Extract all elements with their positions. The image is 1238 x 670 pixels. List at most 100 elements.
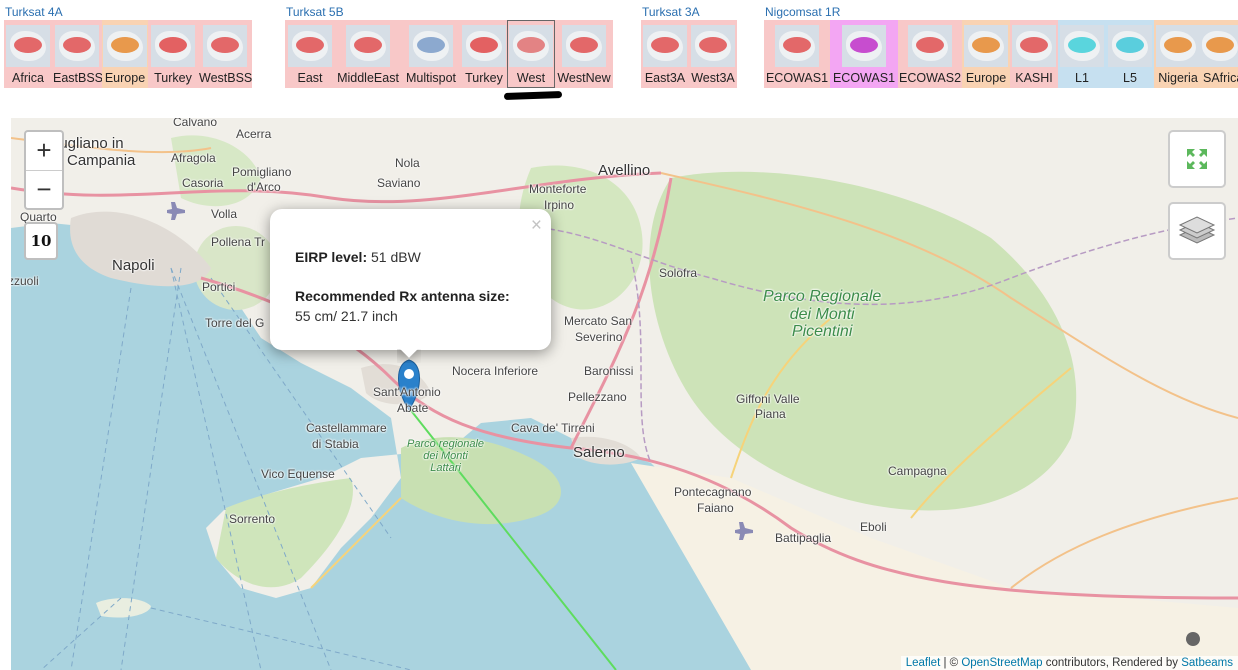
beam-thumbnail	[691, 25, 735, 67]
eirp-label: EIRP level:	[295, 249, 368, 265]
beam-label: WestBSS	[199, 71, 252, 85]
beam-thumbnail	[842, 25, 886, 67]
leaflet-link[interactable]: Leaflet	[906, 657, 941, 669]
beam-option[interactable]: West3A	[689, 20, 737, 88]
antenna-size-label: Recommended Rx antenna size:	[295, 288, 510, 304]
beam-thumbnail	[55, 25, 99, 67]
beam-option[interactable]: Africa	[4, 20, 52, 88]
beam-option[interactable]: SAfrica	[1198, 20, 1238, 88]
beam-label: ECOWAS1	[765, 71, 829, 85]
beam-option[interactable]: West	[507, 20, 555, 88]
park-label: Parco Regionale dei Monti Picentini	[763, 288, 881, 341]
beam-label: SAfrica	[1203, 71, 1238, 85]
beam-list: East3A West3A	[641, 20, 737, 88]
place-label: Eboli	[860, 520, 887, 534]
beam-option[interactable]: L5	[1106, 20, 1154, 88]
place-label: Pollena Tr	[211, 235, 266, 249]
beam-label: KASHI	[1015, 71, 1053, 85]
park-label: Parco regionale dei Monti Lattari	[407, 438, 484, 474]
beam-footprint	[159, 37, 187, 53]
beam-label: MiddleEast	[337, 71, 399, 85]
beam-thumbnail	[908, 25, 952, 67]
popup-close-button[interactable]: ×	[531, 215, 542, 237]
beam-option[interactable]: Turkey	[461, 20, 507, 88]
park-label-line: dei Monti	[789, 305, 855, 323]
zoom-level-indicator: 10	[24, 222, 58, 260]
beam-option[interactable]: East3A	[641, 20, 689, 88]
place-label: Avellino	[598, 162, 651, 179]
beam-option[interactable]: ECOWAS1	[764, 20, 830, 88]
park-label-line: Parco regionale	[407, 438, 485, 450]
beam-option[interactable]: EastBSS	[52, 20, 103, 88]
antenna-size-value: 55 cm/ 21.7 inch	[295, 308, 398, 324]
attribution-text: contributors, Rendered by	[1042, 657, 1182, 669]
beam-footprint	[111, 37, 139, 53]
place-label: Volla	[211, 207, 238, 221]
zoom-in-button[interactable]: +	[26, 132, 62, 170]
beam-footprint	[972, 37, 1000, 53]
beam-footprint	[916, 37, 944, 53]
beam-option[interactable]: Europe	[962, 20, 1010, 88]
beam-footprint	[354, 37, 382, 53]
beam-footprint	[417, 37, 445, 53]
fullscreen-button[interactable]	[1168, 130, 1226, 188]
beam-option[interactable]: MiddleEast	[335, 20, 401, 88]
place-label: Cava de' Tirreni	[511, 421, 595, 435]
beam-option[interactable]: East	[285, 20, 335, 88]
place-label: Monteforte	[529, 182, 587, 196]
park-label-line: Lattari	[430, 462, 461, 475]
beam-label: L5	[1123, 71, 1137, 85]
satellite-name: Turksat 3A	[642, 5, 700, 19]
layers-icon	[1178, 216, 1216, 244]
osm-link[interactable]: OpenStreetMap	[961, 657, 1042, 669]
beam-label: ECOWAS2	[899, 71, 962, 85]
beam-option[interactable]: Nigeria	[1154, 20, 1202, 88]
beam-thumbnail	[151, 25, 195, 67]
beam-footprint	[850, 37, 878, 53]
beam-thumbnail	[1198, 25, 1238, 67]
map-attribution: Leaflet | © OpenStreetMap contributors, …	[900, 656, 1238, 670]
beam-footprint	[14, 37, 42, 53]
place-label: Faiano	[697, 501, 734, 515]
place-label: Torre del G	[205, 316, 265, 330]
beam-label: L1	[1075, 71, 1089, 85]
beam-label: East	[297, 71, 323, 85]
place-label: Castellammare	[306, 421, 387, 435]
place-label: Baronissi	[584, 364, 634, 378]
beam-option[interactable]: Europe	[102, 20, 148, 88]
beam-option[interactable]: L1	[1058, 20, 1106, 88]
place-label: Nocera Inferiore	[452, 364, 539, 378]
place-label: Acerra	[236, 127, 272, 141]
place-label: d'Arco	[247, 180, 281, 194]
beam-option[interactable]: ECOWAS1	[830, 20, 898, 88]
place-label: Napoli	[112, 257, 155, 274]
fullscreen-icon	[1187, 149, 1207, 169]
beam-thumbnail	[1012, 25, 1056, 67]
beam-option[interactable]: WestNew	[555, 20, 613, 88]
satellite-group: Nigcomsat 1R ECOWAS1 ECOWAS1 ECOWAS2 Europe K…	[764, 4, 1238, 88]
place-label: Vico Equense	[261, 467, 335, 481]
beam-label: Europe	[965, 71, 1007, 85]
coverage-map[interactable]: Calvano Acerra iugliano in Campania Afragola…	[11, 118, 1238, 670]
beam-thumbnail	[964, 25, 1008, 67]
beam-option[interactable]: Multispot	[401, 20, 461, 88]
satellite-group: Turksat 5B East MiddleEast Multispot Turkey W…	[285, 4, 613, 88]
beam-option[interactable]: Turkey	[148, 20, 198, 88]
beam-option[interactable]: KASHI	[1010, 20, 1058, 88]
place-label: Campagna	[888, 464, 947, 478]
satbeams-link[interactable]: Satbeams	[1181, 657, 1233, 669]
beam-thumbnail	[462, 25, 506, 67]
beam-option[interactable]: WestBSS	[198, 20, 252, 88]
beam-option[interactable]: ECOWAS2	[898, 20, 962, 88]
beam-footprint	[1020, 37, 1048, 53]
beam-label: East3A	[644, 71, 686, 85]
zoom-out-button[interactable]: −	[26, 170, 62, 208]
beam-list: Africa EastBSS Europe Turkey WestBSS	[4, 20, 252, 88]
park-label-line: Parco Regionale	[763, 288, 882, 305]
beam-selector: Turksat 4A Africa EastBSS Europe Turkey WestB…	[0, 0, 1238, 100]
beam-thumbnail	[409, 25, 453, 67]
beam-list: ECOWAS1 ECOWAS1 ECOWAS2 Europe KASHI L1 L5 Nige…	[764, 20, 1238, 88]
place-label: Afragola	[171, 151, 216, 165]
layers-button[interactable]	[1168, 202, 1226, 260]
beam-footprint	[517, 37, 545, 53]
